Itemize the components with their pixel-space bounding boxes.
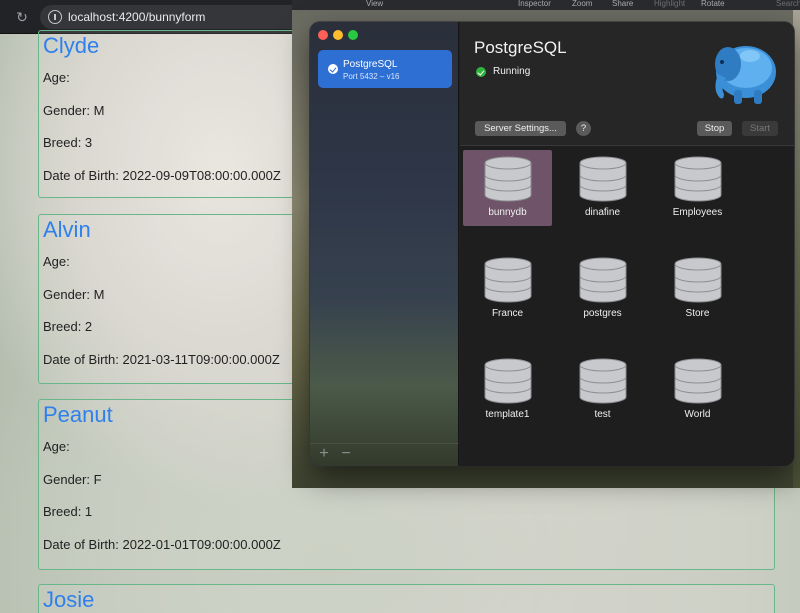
database-name: France xyxy=(491,308,524,319)
database-tile[interactable]: World xyxy=(653,352,742,428)
database-icon xyxy=(579,257,627,303)
server-title: PostgreSQL xyxy=(474,38,567,57)
database-icon xyxy=(579,358,627,404)
bunny-age: Age: xyxy=(43,254,70,269)
database-tile[interactable]: bunnydb xyxy=(463,150,552,226)
database-name: Store xyxy=(685,308,710,319)
menu-search[interactable]: Search xyxy=(776,0,800,8)
database-tile[interactable]: Store xyxy=(653,251,742,327)
stop-server-button[interactable]: Stop xyxy=(697,121,732,136)
zoom-window-button[interactable] xyxy=(348,30,358,40)
menu-zoom[interactable]: Zoom xyxy=(572,0,592,8)
database-tile[interactable]: test xyxy=(558,352,647,428)
database-name: test xyxy=(594,409,611,420)
server-settings-button[interactable]: Server Settings... xyxy=(475,121,566,136)
database-tile[interactable]: France xyxy=(463,251,552,327)
server-header: PostgreSQL Running Server Settings... ? … xyxy=(460,22,794,146)
running-status-icon xyxy=(476,67,486,77)
sidebar-footer: + − xyxy=(310,443,459,466)
bunny-dob: Date of Birth: 2022-01-01T09:00:00.000Z xyxy=(43,537,281,552)
bunny-age: Age: xyxy=(43,439,70,454)
database-tile[interactable]: dinafine xyxy=(558,150,647,226)
menu-view[interactable]: View xyxy=(366,0,383,8)
server-name: PostgreSQL xyxy=(343,59,398,70)
database-name: dinafine xyxy=(584,207,621,218)
server-status: Running xyxy=(493,66,531,77)
database-icon xyxy=(484,257,532,303)
menu-share[interactable]: Share xyxy=(612,0,633,8)
menu-rotate[interactable]: Rotate xyxy=(701,0,725,8)
database-icon xyxy=(579,156,627,202)
postgres-app-window: PostgreSQL Port 5432 – v16 + − PostgreSQ… xyxy=(310,22,794,466)
database-icon xyxy=(674,257,722,303)
start-server-button[interactable]: Start xyxy=(742,121,778,136)
bunny-dob: Date of Birth: 2021-03-11T09:00:00.000Z xyxy=(43,352,280,367)
postgres-elephant-logo xyxy=(715,46,776,104)
minimize-window-button[interactable] xyxy=(333,30,343,40)
help-button[interactable]: ? xyxy=(576,121,591,136)
database-icon xyxy=(674,156,722,202)
running-check-icon xyxy=(328,64,338,74)
address-bar[interactable]: localhost:4200/bunnyform xyxy=(40,5,310,29)
bunny-gender: Gender: M xyxy=(43,287,105,302)
bunny-gender: Gender: M xyxy=(43,103,105,118)
bunny-breed: Breed: 2 xyxy=(43,319,93,334)
bunny-name: Peanut xyxy=(43,402,113,427)
bunny-age: Age: xyxy=(43,70,70,85)
bunny-dob: Date of Birth: 2022-09-09T08:00:00.000Z xyxy=(43,168,281,183)
database-tile[interactable]: template1 xyxy=(463,352,552,428)
reload-icon[interactable]: ↻ xyxy=(14,9,30,25)
server-list-item[interactable]: PostgreSQL Port 5432 – v16 xyxy=(318,50,452,88)
url-text: localhost:4200/bunnyform xyxy=(68,10,206,24)
bunny-name: Alvin xyxy=(43,217,91,242)
bunny-breed: Breed: 3 xyxy=(43,135,93,150)
database-name: World xyxy=(684,409,711,420)
database-name: bunnydb xyxy=(488,207,527,218)
close-window-button[interactable] xyxy=(318,30,328,40)
database-tile[interactable]: Employees xyxy=(653,150,742,226)
database-name: Employees xyxy=(672,207,723,218)
bunny-breed: Breed: 1 xyxy=(43,504,93,519)
remove-server-button[interactable]: − xyxy=(338,446,354,462)
bunny-card: Josie xyxy=(38,584,775,613)
app-menubar: View Inspector Zoom Share Highlight Rota… xyxy=(292,0,800,10)
server-detail-pane: PostgreSQL Running Server Settings... ? … xyxy=(460,22,794,466)
database-name: postgres xyxy=(583,308,622,319)
bunny-name: Clyde xyxy=(43,33,100,58)
bunny-gender: Gender: F xyxy=(43,472,102,487)
server-sidebar: PostgreSQL Port 5432 – v16 + − xyxy=(310,22,459,466)
database-name: template1 xyxy=(485,409,530,420)
server-port: Port 5432 – v16 xyxy=(343,72,400,81)
database-icon xyxy=(484,358,532,404)
add-server-button[interactable]: + xyxy=(316,446,332,462)
desktop-wallpaper-edge xyxy=(793,10,800,488)
database-icon xyxy=(484,156,532,202)
menu-highlight[interactable]: Highlight xyxy=(654,0,685,8)
database-tile[interactable]: postgres xyxy=(558,251,647,327)
bunny-name: Josie xyxy=(43,587,95,612)
database-icon xyxy=(674,358,722,404)
menu-inspector[interactable]: Inspector xyxy=(518,0,551,8)
site-info-icon[interactable] xyxy=(48,10,62,24)
